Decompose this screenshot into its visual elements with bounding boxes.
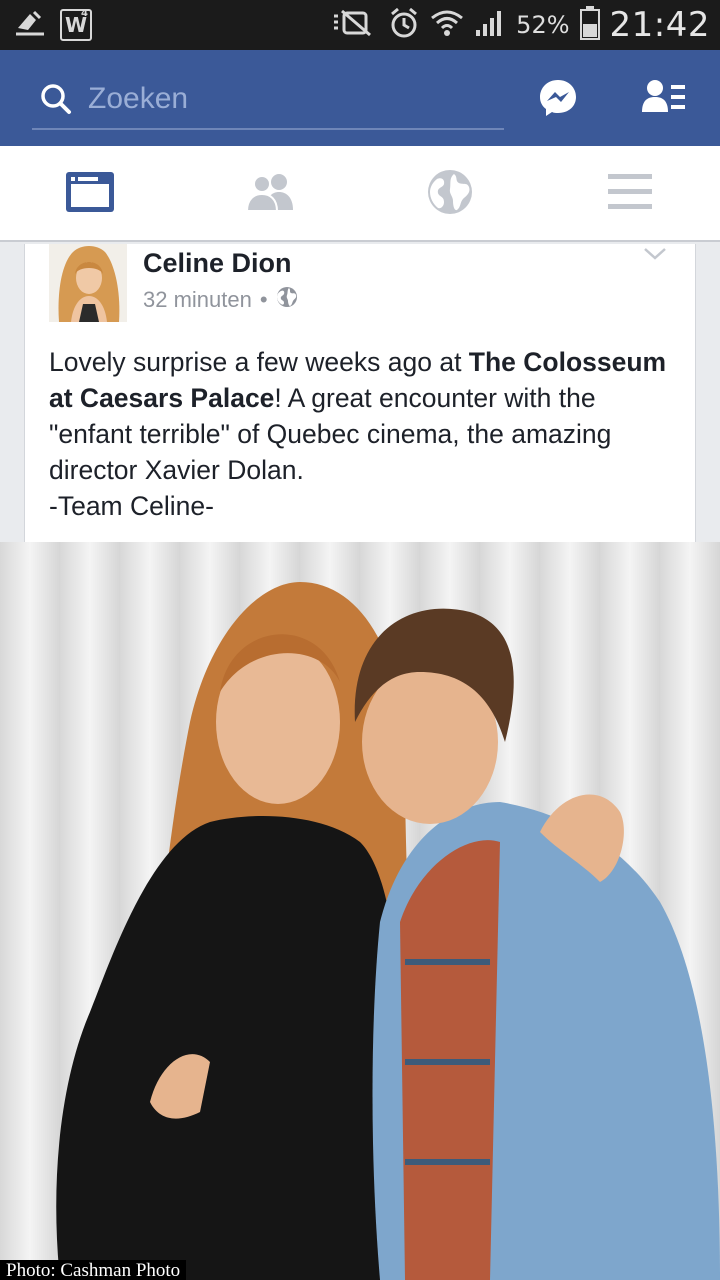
globe-icon bbox=[427, 169, 473, 220]
photo-credit: Photo: Cashman Photo bbox=[0, 1260, 187, 1280]
post-time[interactable]: 32 minuten bbox=[143, 287, 252, 313]
messenger-icon bbox=[536, 80, 580, 124]
post-text-part-1: Lovely surprise a few weeks ago at bbox=[49, 347, 469, 377]
tab-bar bbox=[0, 146, 720, 242]
post-text: Lovely surprise a few weeks ago at The C… bbox=[49, 344, 679, 524]
tab-friends[interactable] bbox=[180, 146, 360, 242]
friends-icon bbox=[245, 173, 294, 216]
post-card: Celine Dion 32 minuten • Lovely surprise… bbox=[24, 244, 696, 542]
w-app-icon: W4 bbox=[60, 9, 92, 41]
signal-icon bbox=[474, 8, 506, 43]
battery-percent: 52% bbox=[516, 11, 570, 39]
status-bar-notifications: W4 bbox=[14, 8, 92, 42]
friend-requests-icon bbox=[642, 80, 686, 124]
messenger-button[interactable] bbox=[536, 76, 580, 120]
battery-icon bbox=[579, 5, 600, 45]
post-author[interactable]: Celine Dion bbox=[143, 248, 292, 279]
privacy-globe-icon bbox=[276, 286, 298, 314]
search-input[interactable]: Zoeken bbox=[32, 70, 504, 130]
avatar[interactable] bbox=[49, 244, 127, 322]
search-icon bbox=[40, 83, 72, 115]
app-header: Zoeken bbox=[0, 50, 720, 146]
menu-icon bbox=[608, 173, 652, 215]
post-signature: -Team Celine- bbox=[49, 491, 214, 521]
chevron-down-icon bbox=[643, 248, 667, 266]
friend-requests-button[interactable] bbox=[642, 76, 686, 120]
status-bar-system: 52% 21:42 bbox=[330, 0, 710, 50]
download-icon bbox=[14, 8, 46, 43]
status-bar: W4 52% 21:42 bbox=[0, 0, 720, 50]
alarm-icon bbox=[388, 7, 420, 44]
post-meta: 32 minuten • bbox=[143, 286, 298, 314]
tab-news-feed[interactable] bbox=[0, 146, 180, 242]
post-options-button[interactable] bbox=[643, 246, 667, 262]
search-placeholder: Zoeken bbox=[88, 82, 189, 115]
tab-notifications[interactable] bbox=[360, 146, 540, 242]
news-feed-icon bbox=[66, 171, 114, 217]
clock: 21:42 bbox=[609, 5, 710, 45]
tab-menu[interactable] bbox=[540, 146, 720, 242]
mute-icon bbox=[330, 8, 378, 43]
post-photo[interactable]: Photo: Cashman Photo bbox=[0, 542, 720, 1280]
post-photo-image bbox=[0, 542, 720, 1280]
wifi-icon bbox=[430, 8, 464, 43]
meta-separator: • bbox=[259, 287, 268, 312]
